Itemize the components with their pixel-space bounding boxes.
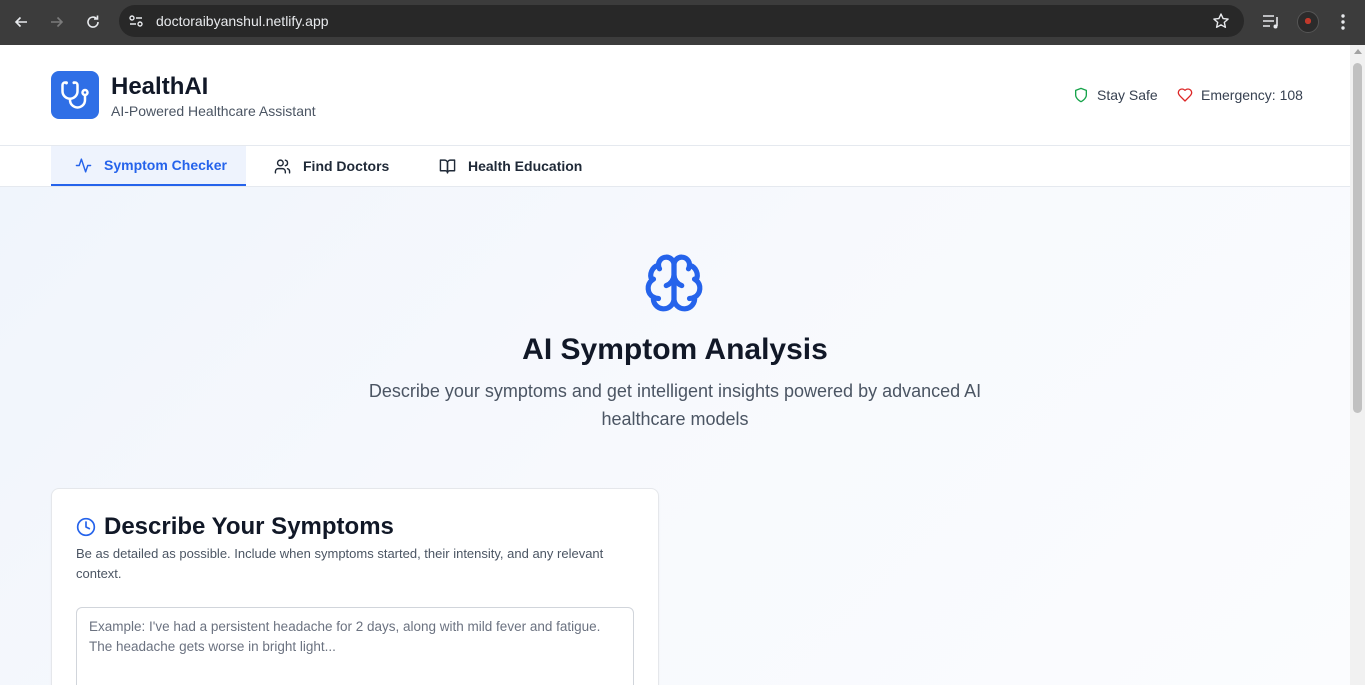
tab-label: Find Doctors	[303, 158, 390, 174]
tab-find-doctors[interactable]: Find Doctors	[274, 146, 414, 186]
stay-safe-label: Stay Safe	[1097, 87, 1158, 103]
scrollbar-thumb[interactable]	[1353, 63, 1362, 413]
shield-icon	[1075, 87, 1087, 103]
tab-label: Health Education	[468, 158, 583, 174]
tab-label: Symptom Checker	[104, 157, 227, 173]
users-icon	[274, 158, 291, 174]
site-info-icon[interactable]	[127, 12, 145, 30]
url-text[interactable]: doctoraibyanshul.netlify.app	[156, 13, 329, 29]
brain-icon	[643, 252, 705, 314]
tab-health-education[interactable]: Health Education	[439, 146, 599, 186]
page-description: Describe your symptoms and get intellige…	[368, 381, 982, 429]
media-control-icon[interactable]	[1260, 11, 1282, 33]
page-scrollbar[interactable]	[1350, 45, 1365, 685]
emergency-indicator: Emergency: 108	[1177, 87, 1303, 103]
main-tabs: Symptom Checker Find Doctors Health Educ…	[0, 146, 1350, 187]
card-description: Be as detailed as possible. Include when…	[76, 546, 604, 581]
browser-toolbar: doctoraibyanshul.netlify.app	[0, 0, 1365, 45]
symptoms-input[interactable]	[76, 607, 634, 685]
site-header: HealthAI AI-Powered Healthcare Assistant…	[0, 45, 1350, 146]
page-content: HealthAI AI-Powered Healthcare Assistant…	[0, 45, 1350, 685]
tab-symptom-checker[interactable]: Symptom Checker	[51, 146, 246, 186]
forward-icon[interactable]	[45, 10, 69, 34]
menu-kebab-icon[interactable]	[1332, 11, 1354, 33]
book-icon	[439, 158, 456, 174]
heart-icon	[1177, 88, 1193, 102]
stethoscope-icon[interactable]	[51, 71, 99, 119]
bookmark-star-icon[interactable]	[1212, 12, 1230, 30]
profile-avatar[interactable]	[1297, 11, 1319, 33]
brand-title[interactable]: HealthAI	[111, 73, 208, 101]
reload-icon[interactable]	[81, 10, 105, 34]
activity-icon	[75, 157, 92, 173]
address-bar[interactable]: doctoraibyanshul.netlify.app	[119, 5, 1244, 37]
brand-subtitle: AI-Powered Healthcare Assistant	[111, 103, 316, 119]
emergency-label: Emergency: 108	[1201, 87, 1303, 103]
symptoms-card: Describe Your Symptoms Be as detailed as…	[51, 488, 659, 685]
scroll-up-icon[interactable]	[1354, 49, 1362, 54]
card-header: Describe Your Symptoms	[76, 513, 394, 541]
page-title: AI Symptom Analysis	[522, 333, 828, 366]
back-icon[interactable]	[9, 10, 33, 34]
stay-safe-indicator: Stay Safe	[1073, 87, 1158, 103]
clock-icon	[76, 517, 96, 537]
card-title: Describe Your Symptoms	[104, 513, 394, 540]
